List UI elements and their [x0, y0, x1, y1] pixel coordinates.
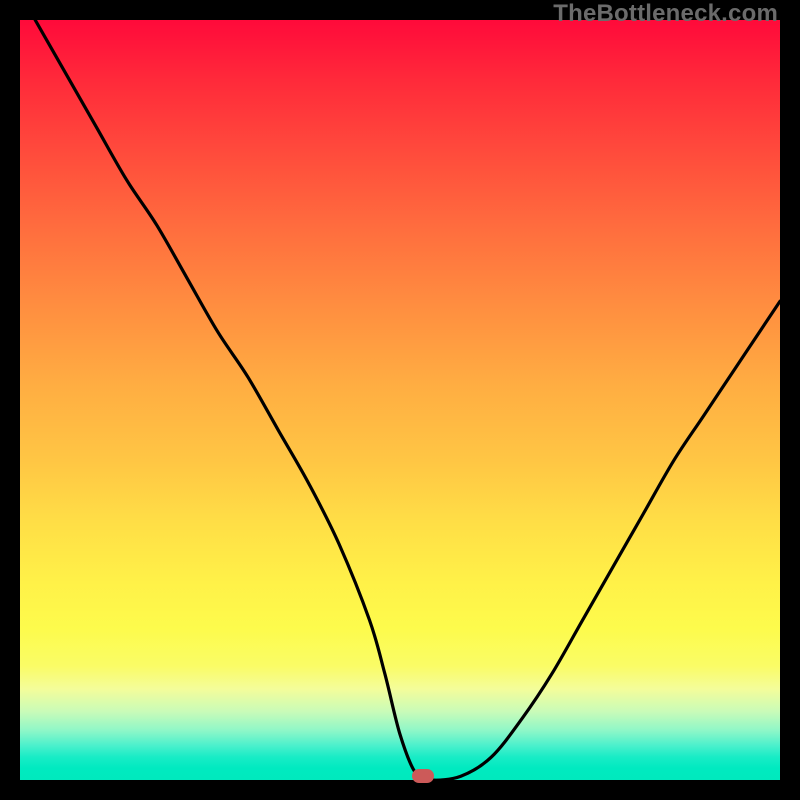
watermark-label: TheBottleneck.com: [553, 0, 778, 28]
optimal-point-marker: [412, 769, 434, 783]
bottleneck-curve: [20, 20, 780, 780]
plot-area: [20, 20, 780, 780]
chart-frame: TheBottleneck.com: [0, 0, 800, 800]
